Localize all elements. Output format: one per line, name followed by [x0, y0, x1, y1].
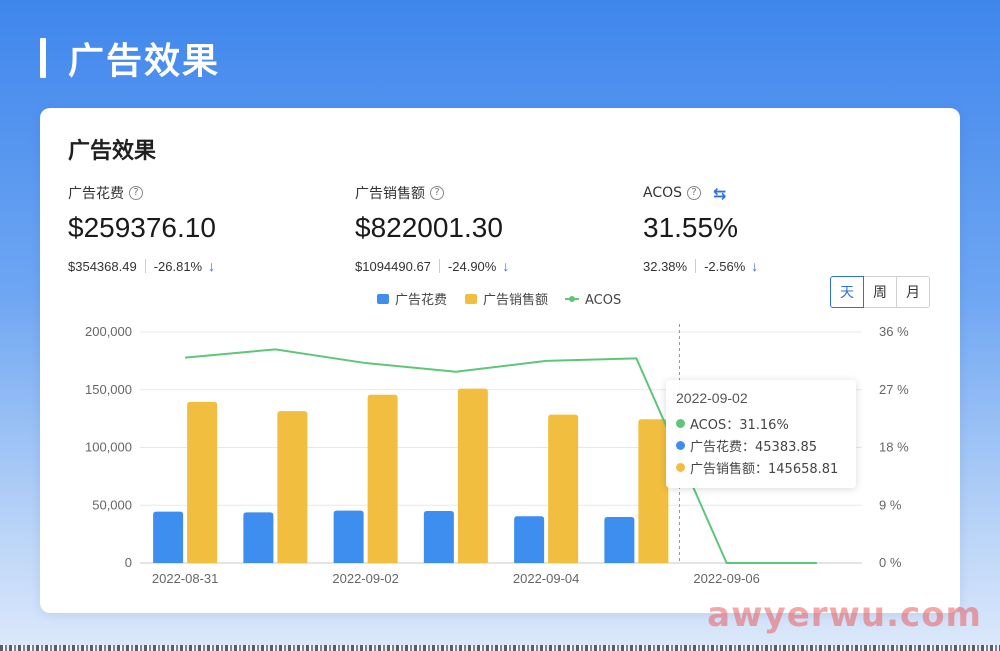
page-title: 广告效果	[68, 41, 221, 82]
bottom-strip	[0, 645, 1000, 651]
legend-swatch-icon	[465, 294, 477, 304]
tooltip-text: ACOS：31.16%	[690, 417, 789, 433]
bar-ad-spend	[153, 511, 184, 563]
bar-ad-sales	[277, 411, 308, 563]
tooltip-row-acos: ACOS：31.16%	[676, 412, 846, 434]
bar-ad-sales	[457, 388, 488, 563]
ad-performance-card: 广告效果 广告花费 ? $259376.10 $354368.49 -26.81…	[40, 108, 960, 613]
legend-label: 广告花费	[395, 292, 447, 308]
left-axis-tick: 100,000	[85, 440, 132, 455]
tooltip-date: 2022-09-02	[676, 390, 748, 406]
bar-ad-spend	[423, 511, 454, 563]
right-axis-tick: 27 %	[879, 382, 909, 397]
bar-ad-spend	[333, 510, 364, 563]
left-axis-tick: 0	[125, 555, 132, 570]
legend-dot-icon	[676, 418, 685, 428]
tooltip-text: 广告销售额：145658.81	[690, 461, 839, 477]
left-axis-tick: 200,000	[85, 324, 132, 339]
ad-performance-chart: 0 0 % 50,000 9 % 100,000 18 % 150,000 27 % 200,0…	[85, 292, 909, 586]
x-axis-tick: 2022-09-02	[332, 571, 399, 586]
tooltip-row-spend: 广告花费：45383.85	[676, 434, 846, 456]
watermark: awyerwu.com	[707, 595, 982, 635]
tooltip-text: 广告花费：45383.85	[690, 439, 818, 455]
left-axis-tick: 50,000	[92, 497, 132, 512]
legend-dot-icon	[676, 462, 685, 472]
x-axis-tick: 2022-08-31	[152, 571, 219, 586]
chart-tooltip: 2022-09-02 ACOS：31.16% 广告花费：45383.85 广告销…	[666, 380, 856, 488]
bar-ad-sales	[548, 414, 579, 563]
x-axis-tick: 2022-09-06	[693, 571, 760, 586]
bar-ad-spend	[514, 516, 545, 563]
right-axis-tick: 9 %	[879, 497, 902, 512]
legend-label: 广告销售额	[483, 292, 548, 308]
right-axis-tick: 18 %	[879, 440, 909, 455]
right-axis-tick: 0 %	[879, 555, 902, 570]
bar-ad-sales	[187, 401, 218, 563]
right-axis-tick: 36 %	[879, 324, 909, 339]
bar-ad-spend	[604, 517, 635, 563]
legend-dot-icon	[676, 440, 685, 450]
range-day-button[interactable]: 天	[830, 276, 864, 308]
x-axis-tick: 2022-09-04	[513, 571, 580, 586]
left-axis-tick: 150,000	[85, 382, 132, 397]
bar-ad-sales	[638, 419, 669, 563]
bar-ad-spend	[243, 512, 274, 563]
legend-dot-icon	[569, 296, 575, 302]
legend-label: ACOS	[585, 293, 621, 308]
page-header: 广告效果	[40, 36, 220, 82]
legend-swatch-icon	[377, 294, 389, 304]
header-accent-bar	[40, 38, 46, 78]
tooltip-row-sales: 广告销售额：145658.81	[676, 456, 846, 478]
bar-ad-sales	[367, 394, 398, 563]
